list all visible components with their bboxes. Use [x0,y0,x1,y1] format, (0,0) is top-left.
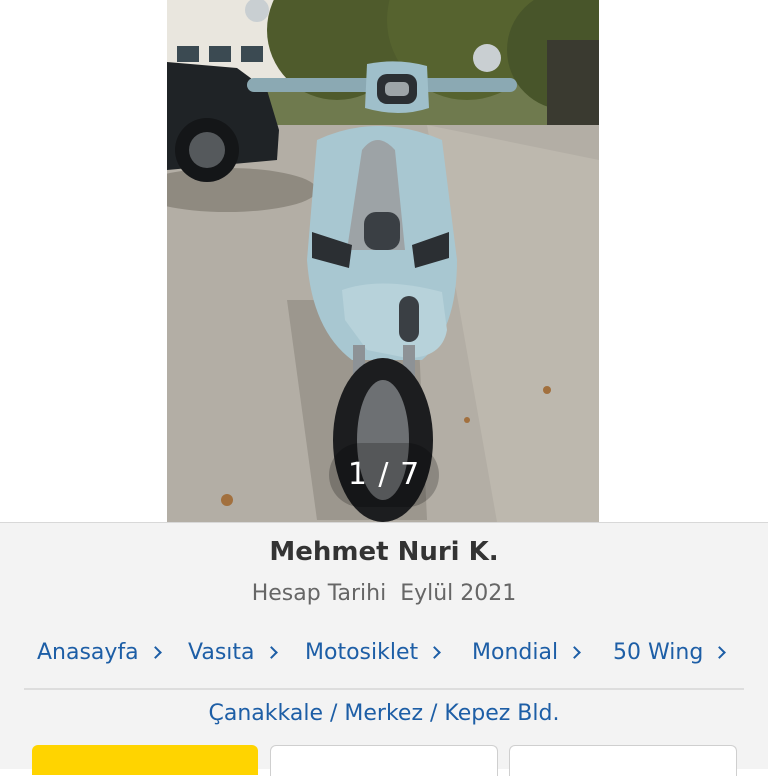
listing-info-panel: Mehmet Nuri K. Hesap Tarihi Eylül 2021 An… [0,522,768,776]
tab-2[interactable] [270,745,498,776]
breadcrumb: Anasayfa Vasıta Motosiklet Mondial 50 Wi… [0,633,768,673]
chevron-right-icon [264,646,278,659]
breadcrumb-item-50-wing[interactable]: 50 Wing [613,633,727,673]
breadcrumb-label: Motosiklet [305,640,419,665]
account-date-value: Eylül 2021 [400,581,517,606]
breadcrumb-item-vasita[interactable]: Vasıta [188,633,278,673]
chevron-right-icon [568,646,581,659]
seller-name[interactable]: Mehmet Nuri K. [0,537,768,567]
photo-gallery[interactable]: 1 / 7 [0,0,768,522]
breadcrumb-label: Vasıta [188,640,255,665]
photo-counter: 1 / 7 [329,443,439,507]
account-date-label: Hesap Tarihi [251,581,387,606]
account-info: Hesap Tarihi Eylül 2021 [0,581,768,606]
tab-1[interactable] [32,745,258,775]
divider [24,688,744,690]
chevron-right-icon [148,646,162,659]
tab-3[interactable] [509,745,737,776]
breadcrumb-item-motosiklet[interactable]: Motosiklet [305,633,441,673]
breadcrumb-label: 50 Wing [613,640,704,665]
breadcrumb-label: Anasayfa [37,640,139,665]
breadcrumb-item-anasayfa[interactable]: Anasayfa [37,633,162,673]
chevron-right-icon [428,646,441,659]
listing-location[interactable]: Çanakkale / Merkez / Kepez Bld. [0,701,768,726]
breadcrumb-label: Mondial [472,640,559,665]
breadcrumb-item-mondial[interactable]: Mondial [472,633,581,673]
chevron-right-icon [713,646,727,659]
